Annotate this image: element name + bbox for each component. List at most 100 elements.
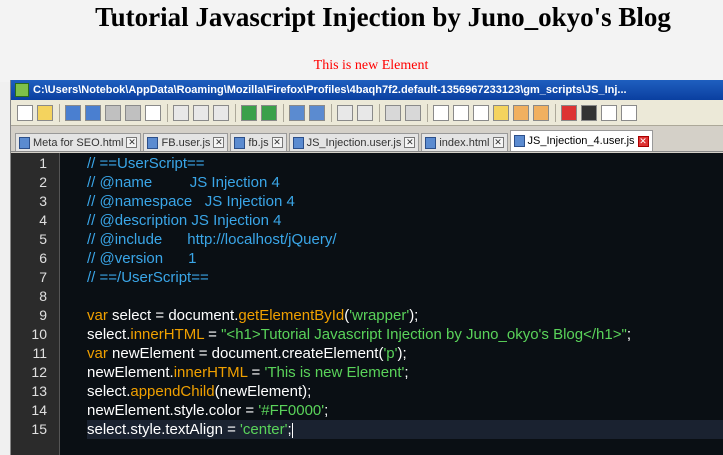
- function-list-icon[interactable]: [533, 104, 549, 121]
- line-number: 4: [39, 212, 47, 228]
- toolbar-separator: [331, 103, 332, 122]
- code-line[interactable]: var select = document.getElementById('wr…: [87, 306, 723, 325]
- udl-icon[interactable]: [493, 104, 509, 121]
- line-number: 15: [31, 421, 47, 437]
- file-icon: [234, 136, 246, 149]
- close-tab-icon[interactable]: ✕: [404, 137, 416, 148]
- file-icon: [292, 136, 304, 149]
- tab-label: index.html: [439, 136, 490, 149]
- tab-label: Meta for SEO.html: [33, 136, 124, 149]
- close-tab-icon[interactable]: ✕: [637, 135, 649, 147]
- show-all-chars-icon[interactable]: [453, 104, 469, 121]
- find-icon[interactable]: [289, 104, 305, 121]
- tab-label: fb.js: [248, 136, 269, 149]
- wrap-icon[interactable]: [433, 104, 449, 121]
- code-line[interactable]: // @name JS Injection 4: [87, 173, 723, 192]
- code-line[interactable]: select.style.textAlign = 'center';: [87, 420, 723, 439]
- line-number: 8: [39, 288, 47, 304]
- cut-icon[interactable]: [173, 104, 189, 121]
- line-number: 9: [39, 307, 47, 323]
- save-icon[interactable]: [65, 104, 81, 121]
- close-all-icon[interactable]: [125, 104, 141, 121]
- open-file-icon[interactable]: [37, 104, 53, 121]
- code-line[interactable]: // ==UserScript==: [87, 154, 723, 173]
- new-element-paragraph: This is new Element: [313, 58, 429, 73]
- line-number: 5: [39, 231, 47, 247]
- close-tab-icon[interactable]: ✕: [126, 137, 138, 148]
- toolbar-separator: [379, 103, 380, 122]
- tab-label: JS_Injection.user.js: [306, 136, 402, 149]
- zoom-out-icon[interactable]: [357, 104, 373, 121]
- line-number: 1: [39, 155, 47, 171]
- indent-guide-icon[interactable]: [473, 104, 489, 121]
- code-line[interactable]: // @namespace JS Injection 4: [87, 192, 723, 211]
- toolbar: [11, 100, 723, 126]
- file-tab[interactable]: JS_Injection.user.js ✕: [288, 133, 420, 151]
- toolbar-separator: [283, 103, 284, 122]
- code-line[interactable]: select.innerHTML = "<h1>Tutorial Javascr…: [87, 325, 723, 344]
- line-number: 13: [31, 383, 47, 399]
- editor-window: C:\Users\Notebok\AppData\Roaming\Mozilla…: [10, 80, 723, 455]
- line-number: 2: [39, 174, 47, 190]
- code-line[interactable]: // @include http://localhost/jQuery/: [87, 230, 723, 249]
- line-number: 14: [31, 402, 47, 418]
- code-line[interactable]: // @description JS Injection 4: [87, 211, 723, 230]
- notepad-plus-plus-icon: [15, 83, 29, 97]
- code-line[interactable]: var newElement = document.createElement(…: [87, 344, 723, 363]
- print-icon[interactable]: [145, 104, 161, 121]
- save-all-icon[interactable]: [85, 104, 101, 121]
- tab-label: FB.user.js: [161, 136, 211, 149]
- file-icon: [513, 135, 525, 147]
- window-titlebar[interactable]: C:\Users\Notebok\AppData\Roaming\Mozilla…: [11, 80, 723, 100]
- code-line[interactable]: newElement.style.color = '#FF0000';: [87, 401, 723, 420]
- window-title: C:\Users\Notebok\AppData\Roaming\Mozilla…: [33, 84, 627, 96]
- file-tab[interactable]: index.html ✕: [421, 133, 508, 151]
- redo-icon[interactable]: [261, 104, 277, 121]
- line-number: 10: [31, 326, 47, 342]
- record-macro-icon[interactable]: [561, 104, 577, 121]
- code-line[interactable]: [87, 287, 723, 306]
- doc-map-icon[interactable]: [513, 104, 529, 121]
- close-tab-icon[interactable]: ✕: [213, 137, 225, 148]
- file-tab[interactable]: FB.user.js ✕: [143, 133, 229, 151]
- line-number: 11: [32, 345, 47, 361]
- toolbar-separator: [555, 103, 556, 122]
- undo-icon[interactable]: [241, 104, 257, 121]
- page-title: Tutorial Javascript Injection by Juno_ok…: [95, 2, 671, 32]
- code-line[interactable]: select.appendChild(newElement);: [87, 382, 723, 401]
- zoom-in-icon[interactable]: [337, 104, 353, 121]
- code-line[interactable]: // @version 1: [87, 249, 723, 268]
- toolbar-separator: [59, 103, 60, 122]
- file-tab[interactable]: JS_Injection_4.user.js ✕: [509, 130, 653, 151]
- sync-v-icon[interactable]: [385, 104, 401, 121]
- new-file-icon[interactable]: [17, 104, 33, 121]
- play-macro-icon[interactable]: [601, 104, 617, 121]
- sync-h-icon[interactable]: [405, 104, 421, 121]
- file-icon: [425, 136, 437, 149]
- toolbar-separator: [427, 103, 428, 122]
- text-caret: [291, 422, 293, 438]
- paste-icon[interactable]: [213, 104, 229, 121]
- close-icon[interactable]: [105, 104, 121, 121]
- tab-bar: Meta for SEO.html ✕ FB.user.js ✕ fb.js ✕ JS_In…: [11, 128, 723, 152]
- page-header: Tutorial Javascript Injection by Juno_ok…: [0, 0, 723, 82]
- code-editor[interactable]: 1 2 3 4 5 6 7 8 9 10 11 12 13 14 15 // ==UserScript== /…: [11, 153, 723, 455]
- code-area[interactable]: // ==UserScript==// @name JS Injection 4…: [60, 153, 723, 455]
- toolbar-separator: [235, 103, 236, 122]
- stop-macro-icon[interactable]: [581, 104, 597, 121]
- line-number: 3: [39, 193, 47, 209]
- run-macro-icon[interactable]: [621, 104, 637, 121]
- close-tab-icon[interactable]: ✕: [271, 137, 283, 148]
- file-icon: [19, 136, 30, 149]
- code-line[interactable]: newElement.innerHTML = 'This is new Elem…: [87, 363, 723, 382]
- line-number-gutter: 1 2 3 4 5 6 7 8 9 10 11 12 13 14 15: [11, 153, 60, 455]
- replace-icon[interactable]: [309, 104, 325, 121]
- line-number: 7: [39, 269, 47, 285]
- close-tab-icon[interactable]: ✕: [492, 137, 504, 148]
- tab-label: JS_Injection_4.user.js: [527, 135, 635, 147]
- copy-icon[interactable]: [193, 104, 209, 121]
- code-line[interactable]: // ==/UserScript==: [87, 268, 723, 287]
- file-tab[interactable]: fb.js ✕: [230, 133, 287, 151]
- file-icon: [147, 136, 159, 149]
- file-tab[interactable]: Meta for SEO.html ✕: [15, 133, 142, 151]
